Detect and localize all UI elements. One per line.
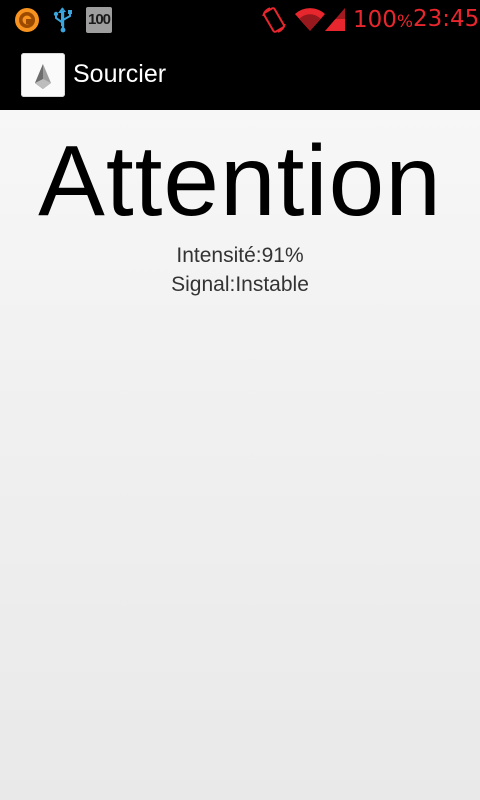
- storage-full-icon: 100: [86, 7, 112, 33]
- action-bar: Sourcier: [0, 38, 480, 110]
- status-clock: 23:45: [413, 6, 480, 32]
- storage-badge-text: 100: [87, 11, 111, 28]
- battery-level: 100%: [353, 7, 413, 35]
- app-icon[interactable]: [21, 53, 65, 97]
- intensity-text: Intensité:91%: [176, 244, 304, 267]
- main-content: Attention Intensité:91% Signal:Instable: [0, 110, 480, 800]
- battery-value: 100: [353, 7, 397, 33]
- signal-icon: [325, 8, 345, 31]
- diamond-pendulum-icon: [35, 64, 51, 89]
- vlc-player-icon: [15, 8, 39, 32]
- screen-rotation-icon: [262, 7, 286, 33]
- usb-icon: [53, 7, 72, 33]
- app-title: Sourcier: [73, 60, 167, 88]
- wifi-icon: [295, 8, 325, 32]
- signal-text: Signal:Instable: [171, 273, 309, 296]
- battery-unit: %: [396, 12, 414, 32]
- status-headline: Attention: [38, 125, 442, 237]
- status-bar: 100 100% 23:45: [0, 0, 480, 38]
